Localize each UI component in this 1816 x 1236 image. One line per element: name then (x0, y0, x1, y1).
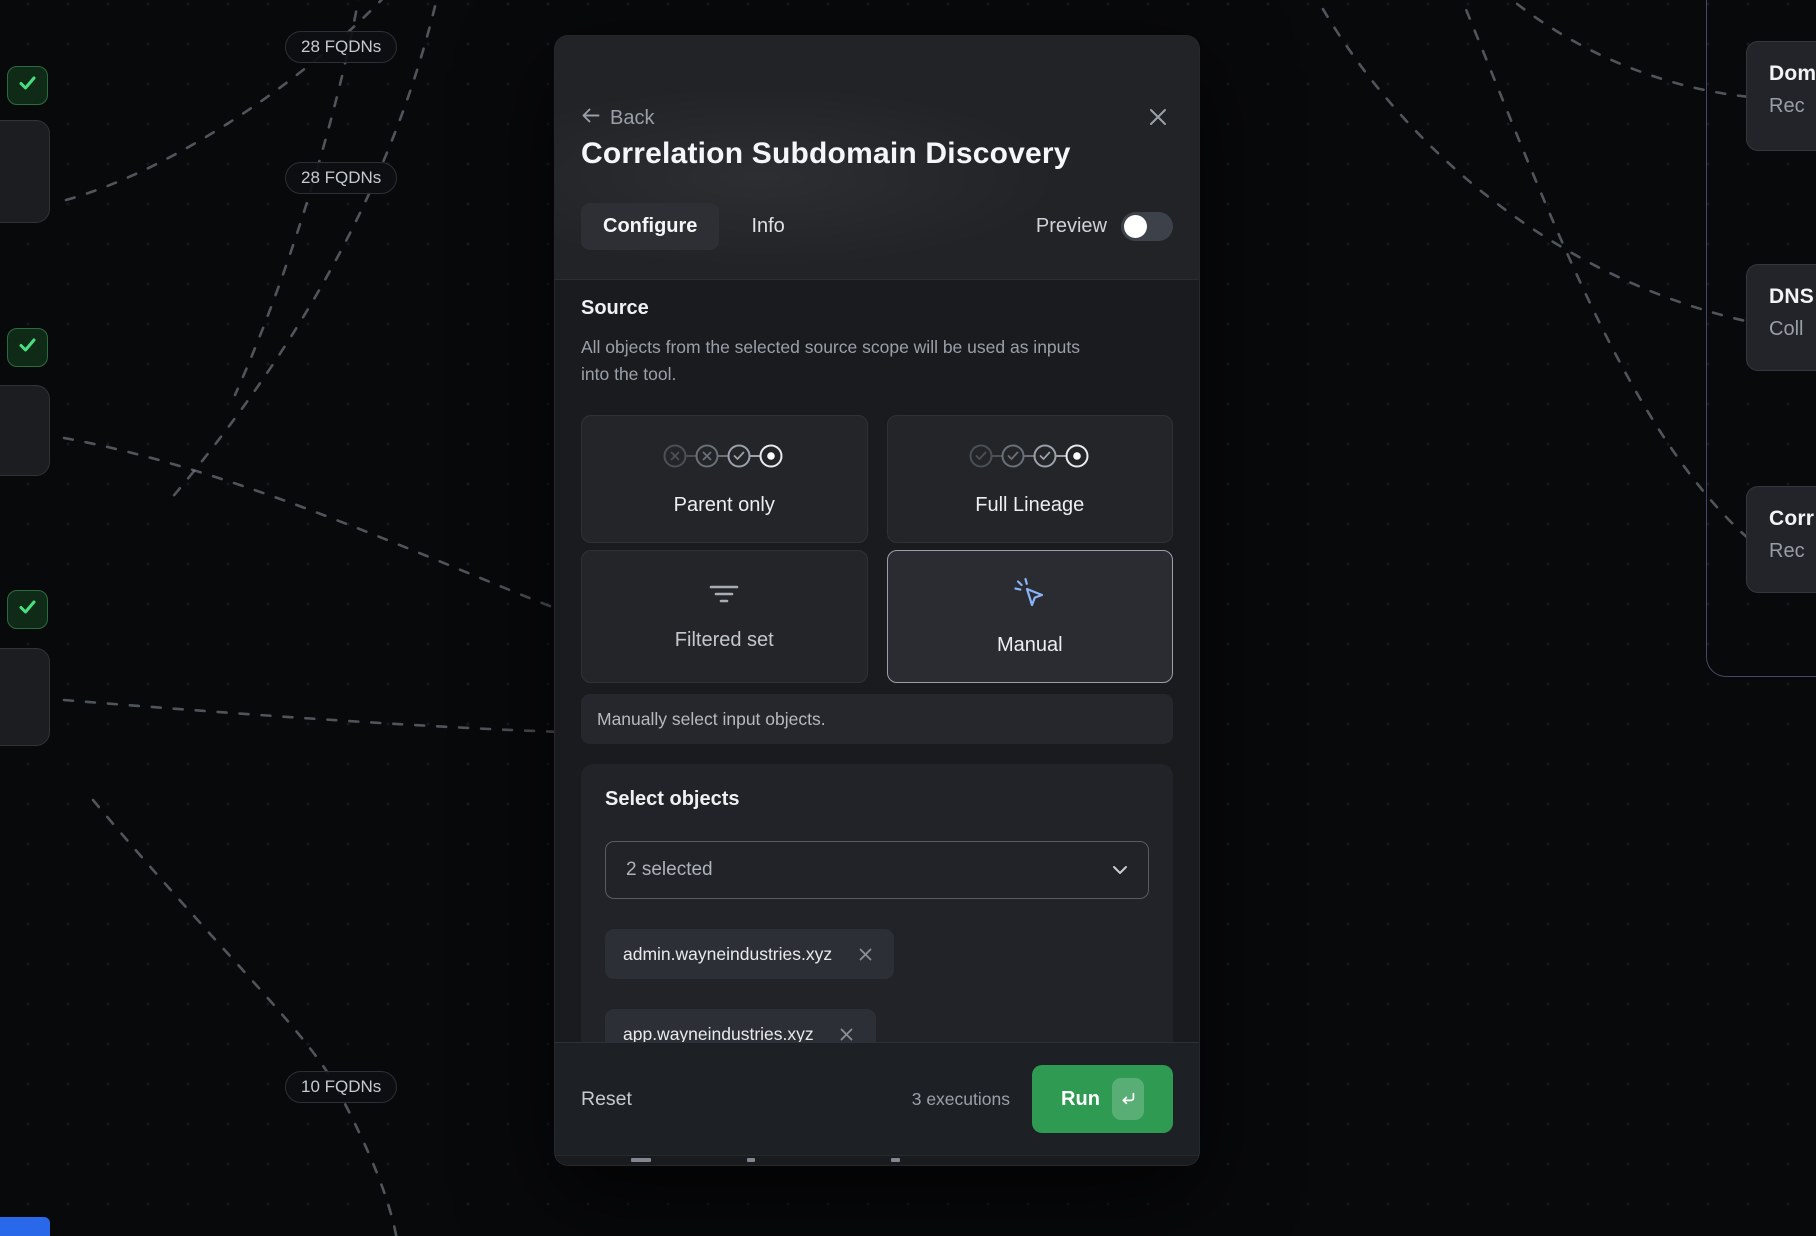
preview-control: Preview (1036, 212, 1173, 241)
close-button[interactable] (1141, 102, 1175, 136)
executions-count: 3 executions (912, 1089, 1010, 1110)
option-label: Filtered set (675, 629, 774, 652)
tab-configure[interactable]: Configure (581, 203, 719, 250)
source-heading: Source (581, 297, 1173, 320)
tool-node-card[interactable]: Dom Rec (1746, 41, 1816, 151)
tool-node-subtitle: Rec (1769, 540, 1816, 563)
close-icon (1148, 107, 1168, 132)
cursor-click-icon (1013, 577, 1047, 616)
fqdn-count-label: 10 FQDNs (301, 1077, 381, 1097)
tool-node-title: DNS (1769, 285, 1816, 309)
select-objects-panel: Select objects 2 selected admin.wayneind… (581, 764, 1173, 1064)
reset-button[interactable]: Reset (581, 1088, 632, 1111)
clipped-content-fragment (581, 1158, 981, 1163)
source-helper-text: Manually select input objects. (581, 694, 1173, 744)
fqdn-count-badge[interactable]: 28 FQDNs (285, 31, 397, 63)
option-manual[interactable]: Manual (887, 550, 1174, 683)
graph-node-card[interactable] (0, 120, 50, 223)
graph-node-card[interactable] (0, 648, 50, 746)
lineage-parent-icon (660, 441, 788, 476)
objects-dropdown[interactable]: 2 selected (605, 841, 1149, 899)
tool-node-subtitle: Coll (1769, 318, 1816, 341)
success-check-node[interactable] (7, 590, 48, 629)
modal-footer: Reset 3 executions Run (555, 1042, 1199, 1156)
tool-node-title: Corr (1769, 507, 1816, 531)
fqdn-count-badge[interactable]: 28 FQDNs (285, 162, 397, 194)
toggle-knob (1124, 215, 1147, 238)
fqdn-count-label: 28 FQDNs (301, 37, 381, 57)
clipped-blue-node[interactable] (0, 1217, 50, 1236)
source-description: All objects from the selected source sco… (581, 334, 1097, 388)
option-filtered-set[interactable]: Filtered set (581, 550, 868, 683)
enter-key-icon (1112, 1078, 1144, 1120)
preview-toggle[interactable] (1121, 212, 1173, 241)
check-icon (18, 74, 37, 97)
option-label: Full Lineage (975, 494, 1084, 517)
tool-node-card[interactable]: Corr Rec (1746, 486, 1816, 593)
back-label: Back (610, 107, 654, 130)
tool-node-title: Dom (1769, 62, 1816, 86)
tabs-row: Configure Info Preview (581, 198, 1173, 254)
dropdown-value: 2 selected (626, 859, 713, 881)
tool-node-subtitle: Rec (1769, 95, 1816, 118)
success-check-node[interactable] (7, 328, 48, 367)
lineage-full-icon (966, 441, 1094, 476)
fqdn-count-label: 28 FQDNs (301, 168, 381, 188)
chevron-down-icon (1112, 865, 1128, 875)
option-label: Parent only (674, 494, 775, 517)
graph-node-card[interactable] (0, 385, 50, 476)
tool-config-modal: Back Correlation Subdomain Discovery Con… (554, 35, 1200, 1166)
source-options: Parent only (581, 415, 1173, 683)
option-parent-only[interactable]: Parent only (581, 415, 868, 543)
success-check-node[interactable] (7, 66, 48, 105)
run-label: Run (1061, 1088, 1100, 1111)
selected-object-chip: admin.wayneindustries.xyz (605, 929, 894, 979)
modal-header: Back Correlation Subdomain Discovery Con… (555, 36, 1199, 279)
select-objects-heading: Select objects (605, 788, 1149, 811)
remove-chip-button[interactable] (854, 943, 876, 965)
graph-canvas: 28 FQDNs 28 FQDNs 10 FQDNs Dom Rec DNS C… (0, 0, 1816, 1236)
tool-node-card[interactable]: DNS Coll (1746, 264, 1816, 371)
fqdn-count-badge[interactable]: 10 FQDNs (285, 1071, 397, 1103)
filter-icon (708, 582, 740, 611)
modal-body: Source All objects from the selected sou… (555, 279, 1199, 1165)
check-icon (18, 598, 37, 621)
arrow-left-icon (581, 107, 600, 130)
run-button[interactable]: Run (1032, 1065, 1173, 1133)
option-label: Manual (997, 634, 1063, 657)
tab-info[interactable]: Info (729, 203, 806, 250)
check-icon (18, 336, 37, 359)
back-button[interactable]: Back (581, 107, 654, 130)
option-full-lineage[interactable]: Full Lineage (887, 415, 1174, 543)
modal-title: Correlation Subdomain Discovery (581, 137, 1071, 171)
preview-label: Preview (1036, 215, 1107, 238)
